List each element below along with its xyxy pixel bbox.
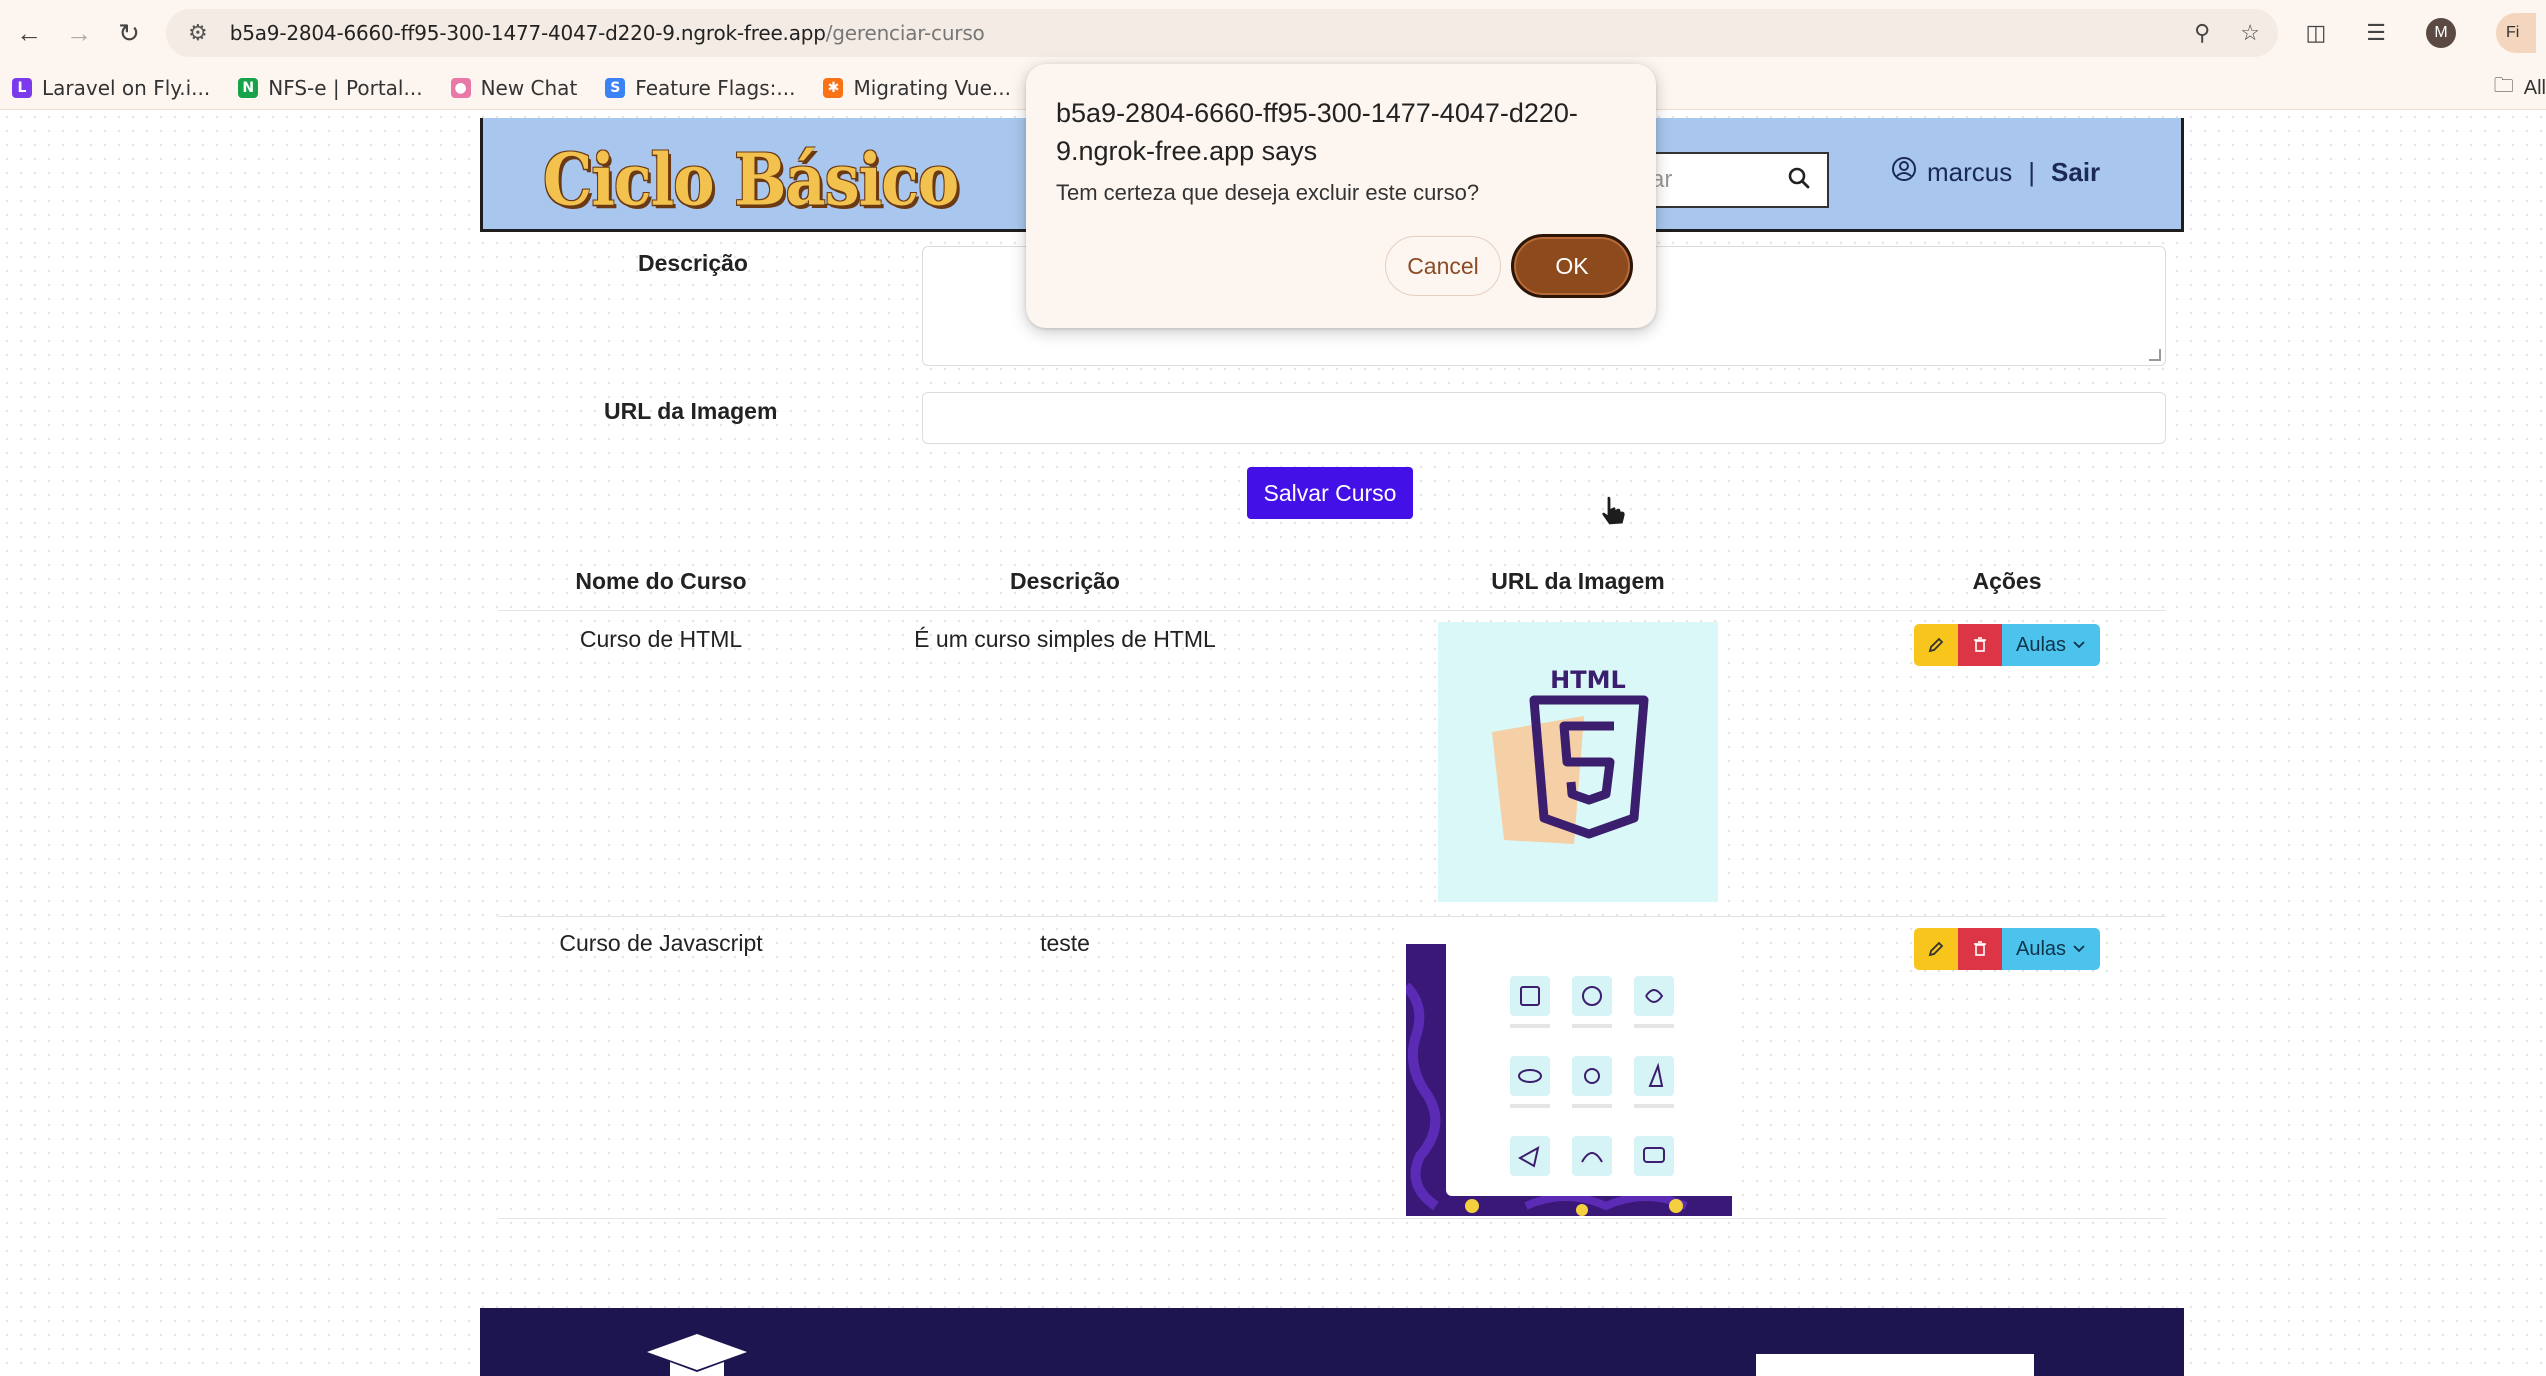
table-cell-description: teste (1040, 930, 1090, 956)
forward-arrow-icon[interactable]: → (54, 8, 104, 58)
edit-button[interactable] (1914, 624, 1958, 666)
column-header-description: Descrição (1010, 568, 1120, 594)
profile-avatar[interactable]: M (2426, 18, 2456, 48)
profile-chip[interactable]: Fi (2496, 13, 2536, 53)
media-queue-icon[interactable]: ☰ (2366, 20, 2386, 46)
ok-button[interactable]: OK (1511, 234, 1633, 298)
image-url-label: URL da Imagem (604, 398, 778, 424)
site-logo[interactable]: Ciclo Básico (543, 138, 959, 222)
lessons-label: Aulas (2015, 633, 2067, 656)
description-label: Descrição (638, 250, 748, 276)
lessons-dropdown[interactable]: Aulas (2002, 624, 2100, 666)
chat-favicon-icon: ● (450, 77, 471, 98)
table-divider (498, 916, 2166, 917)
table-cell-name: Curso de HTML (579, 626, 743, 652)
row-actions: Aulas (1914, 928, 2100, 970)
bookmark-feature-flags[interactable]: S Feature Flags:... (605, 76, 795, 100)
save-course-button[interactable]: Salvar Curso (1247, 467, 1413, 519)
table-cell-description: É um curso simples de HTML (914, 626, 1216, 652)
lessons-dropdown[interactable]: Aulas (2002, 928, 2100, 970)
newsletter-input[interactable] (1756, 1354, 2034, 1376)
nfse-favicon-icon: N (238, 77, 259, 98)
cancel-button[interactable]: Cancel (1385, 236, 1501, 296)
site-settings-icon[interactable]: ⚙ (188, 20, 208, 46)
delete-button[interactable] (1958, 624, 2002, 666)
column-header-name: Nome do Curso (575, 568, 747, 594)
html-image-caption: HTML (1550, 666, 1626, 694)
course-image-javascript (1406, 926, 1732, 1216)
logout-link[interactable]: Sair (2051, 157, 2100, 188)
course-image-html: HTML (1438, 622, 1718, 902)
laravel-favicon-icon: L (12, 77, 32, 98)
hand-cursor-icon (1601, 495, 1626, 526)
site-footer (480, 1308, 2184, 1376)
dialog-message: Tem certeza que deseja excluir este curs… (1056, 180, 1480, 205)
trash-icon (1974, 637, 1986, 652)
bookmark-new-chat[interactable]: ● New Chat (450, 75, 578, 100)
table-divider (498, 1218, 2166, 1219)
confirm-dialog: b5a9-2804-6660-ff95-300-1477-4047-d220-9… (1026, 64, 1656, 328)
edit-button[interactable] (1914, 928, 1958, 970)
folder-icon: 🗀 (2493, 75, 2514, 97)
graduation-cap-icon (647, 1334, 747, 1376)
chevron-down-icon (2073, 945, 2085, 953)
bookmark-star-icon[interactable]: ☆ (2240, 20, 2260, 46)
all-bookmarks[interactable]: 🗀 All (2494, 66, 2546, 110)
address-url[interactable]: b5a9-2804-6660-ff95-300-1477-4047-d220-9… (230, 21, 985, 45)
back-arrow-icon[interactable]: ← (4, 8, 54, 58)
chevron-down-icon (2073, 641, 2085, 649)
bookmark-label: Migrating Vue... (853, 75, 1011, 100)
pencil-icon (1928, 941, 1944, 957)
table-divider (498, 610, 2166, 611)
column-header-image-url: URL da Imagem (1491, 568, 1665, 594)
url-host: b5a9-2804-6660-ff95-300-1477-4047-d220-9… (229, 21, 826, 45)
feature-flags-favicon-icon: S (605, 77, 626, 98)
row-actions: Aulas (1914, 624, 2100, 666)
trash-icon (1974, 941, 1986, 956)
search-icon[interactable] (1787, 166, 1811, 197)
address-bar[interactable]: ⚙ b5a9-2804-6660-ff95-300-1477-4047-d220… (166, 9, 2278, 57)
pencil-icon (1928, 637, 1944, 653)
bookmark-migrating-vue[interactable]: ✱ Migrating Vue... (823, 76, 1011, 100)
dialog-title: b5a9-2804-6660-ff95-300-1477-4047-d220-9… (1056, 98, 1578, 166)
bookmark-label: New Chat (480, 75, 578, 100)
user-circle-icon (1891, 156, 1917, 189)
lessons-label: Aulas (2015, 937, 2067, 960)
reload-icon[interactable]: ↻ (104, 8, 154, 58)
all-bookmarks-label: All (2523, 76, 2546, 99)
table-cell-name: Curso de Javascript (559, 930, 763, 956)
bookmark-laravel[interactable]: L Laravel on Fly.i... (12, 76, 210, 100)
url-path: /gerenciar-curso (825, 21, 985, 45)
user-area: marcus | Sair (1891, 156, 2100, 189)
column-header-actions: Ações (1972, 568, 2042, 594)
password-key-icon[interactable]: ⚲ (2194, 20, 2210, 46)
bookmark-label: Feature Flags:... (635, 75, 796, 100)
browser-toolbar: ← → ↻ ⚙ b5a9-2804-6660-ff95-300-1477-404… (0, 0, 2546, 66)
migrating-vue-favicon-icon: ✱ (823, 77, 844, 98)
user-name[interactable]: marcus (1927, 157, 2012, 188)
bookmark-nfse[interactable]: N NFS-e | Portal... (238, 75, 423, 100)
image-url-input[interactable] (922, 392, 2166, 444)
delete-button[interactable] (1958, 928, 2002, 970)
bookmark-label: Laravel on Fly.i... (42, 75, 211, 100)
bookmark-label: NFS-e | Portal... (268, 75, 423, 100)
extensions-puzzle-icon[interactable]: ◫ (2305, 20, 2326, 46)
separator: | (2028, 157, 2036, 187)
